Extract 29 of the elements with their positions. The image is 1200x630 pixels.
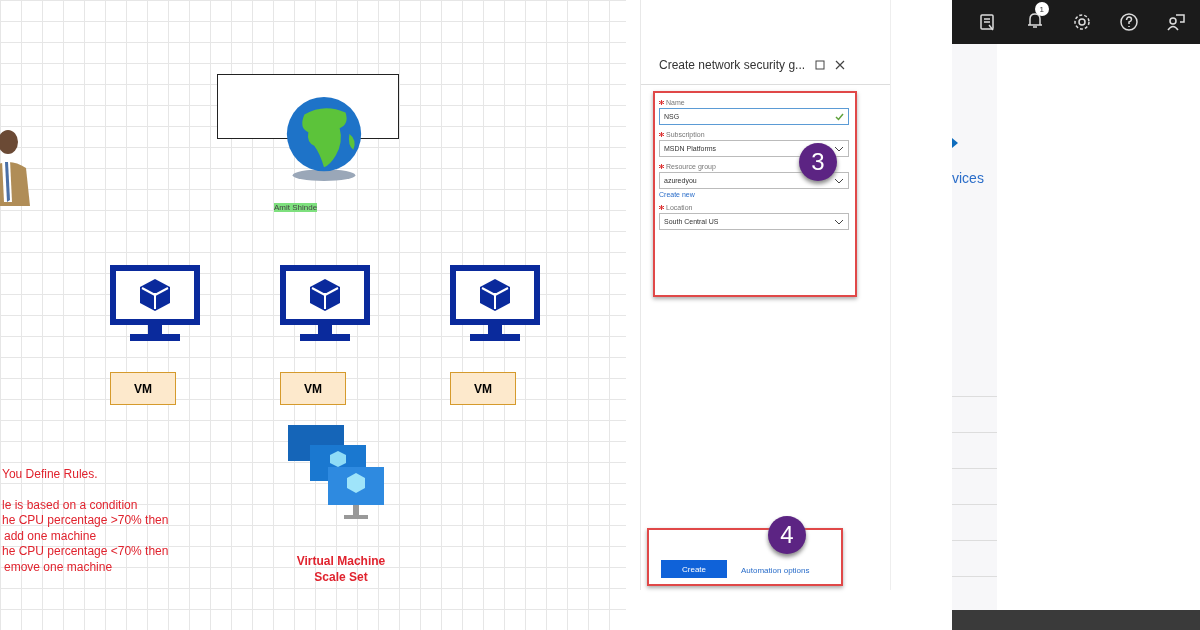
chevron-down-icon [834,145,844,152]
step-badge: 3 [799,143,837,181]
rules-title: You Define Rules. [2,467,99,483]
maximize-icon[interactable] [815,60,826,70]
step-badge: 4 [768,516,806,554]
feedback-icon[interactable] [1166,12,1187,32]
scale-set-label: Virtual Machine Scale Set [295,553,387,585]
rule-text: le is based on a condition [2,497,139,513]
globe-label: Amit Shinde [274,203,318,212]
vm-node: VM [280,372,346,405]
help-icon[interactable] [1119,12,1140,32]
services-link[interactable]: vices [952,170,984,186]
chevron-down-icon [834,218,844,225]
settings-icon[interactable] [1071,12,1092,32]
rule-text: he CPU percentage >70% then [2,513,169,529]
rule-text: add one machine [3,528,98,544]
vm-node: VM [110,372,176,405]
stacked-monitors-icon [288,425,386,521]
close-icon[interactable] [835,60,846,70]
rule-text: emove one machine [3,559,114,575]
notification-badge: 1 [1034,2,1049,16]
automation-options-link[interactable]: Automation options [741,566,810,578]
triangle-icon [952,138,958,148]
chevron-down-icon [834,177,844,184]
create-button[interactable]: Create [661,560,727,578]
rule-text: he CPU percentage <70% then [2,544,169,560]
vm-node: VM [450,372,516,405]
globe-icon [284,95,364,183]
blade-title: Create network security g... [659,58,806,72]
